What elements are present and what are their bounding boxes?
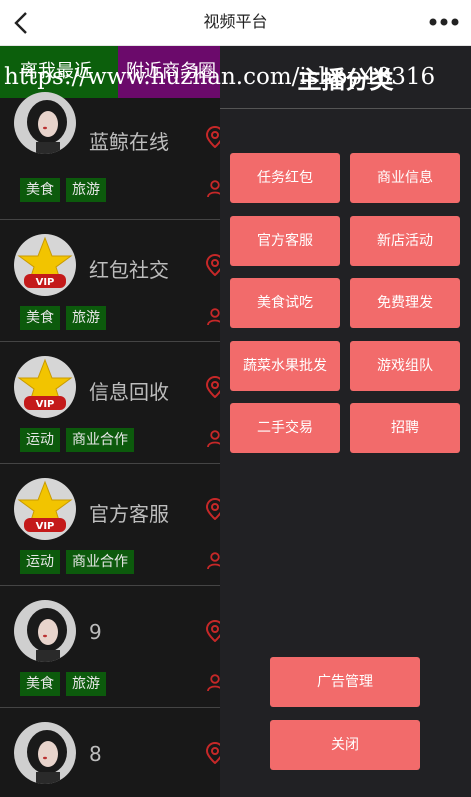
tag-badge: 商业合作 bbox=[66, 428, 134, 452]
tag-badge: 商业合作 bbox=[66, 550, 134, 574]
tag-badge: 美食 bbox=[20, 178, 60, 202]
streamer-list: 蓝鲸在线 美食 旅游 VIP 红包社交 美食 旅游 VIP 信息回收 运动 商业合作 VIP 官方客服运… bbox=[0, 92, 225, 797]
main-content: 离我最近 附近商务圈 蓝鲸在线 美食 旅游 VIP 红包社交 美食 旅游 VIP 信息回收 运动商… bbox=[0, 46, 471, 797]
category-side-panel: 主播分类 任务红包 商业信息 官方客服 新店活动 美食试吃 免费理发 蔬菜水果批发 游戏组队二… bbox=[220, 46, 471, 797]
tag-badge: 旅游 bbox=[66, 178, 106, 202]
avatar bbox=[14, 92, 76, 154]
avatar bbox=[14, 722, 76, 784]
list-item[interactable]: VIP 红包社交美食 旅游 bbox=[0, 220, 225, 342]
close-button[interactable]: 关闭 bbox=[270, 720, 420, 770]
streamer-name: 8 bbox=[89, 742, 102, 766]
more-options-icon[interactable] bbox=[429, 14, 459, 30]
tag-badge: 美食 bbox=[20, 672, 60, 696]
tag-list: 运动 商业合作 bbox=[20, 428, 134, 452]
tag-badge: 运动 bbox=[20, 550, 60, 574]
tag-list: 美食 旅游 bbox=[20, 672, 106, 696]
svg-text:VIP: VIP bbox=[36, 277, 55, 288]
streamer-name: 9 bbox=[89, 620, 102, 644]
category-button[interactable]: 新店活动 bbox=[350, 215, 460, 266]
page-title: 视频平台 bbox=[203, 12, 268, 31]
tag-badge: 旅游 bbox=[66, 306, 106, 330]
category-button[interactable]: 商业信息 bbox=[350, 153, 460, 203]
streamer-name: 信息回收 bbox=[89, 380, 169, 404]
watermark-text: https://www.huzhan.com/ishop40316 bbox=[4, 64, 436, 90]
category-button[interactable]: 蔬菜水果批发 bbox=[230, 340, 340, 391]
category-button[interactable]: 美食试吃 bbox=[230, 278, 340, 328]
list-item[interactable]: VIP 官方客服运动 商业合作 bbox=[0, 464, 225, 586]
list-item[interactable]: 9 美食 旅游 bbox=[0, 586, 225, 708]
tag-list: 美食 旅游 bbox=[20, 306, 106, 330]
category-button[interactable]: 免费理发 bbox=[350, 278, 460, 328]
avatar: VIP bbox=[14, 356, 76, 418]
avatar: VIP bbox=[14, 478, 76, 540]
tag-badge: 美食 bbox=[20, 306, 60, 330]
category-button[interactable]: 游戏组队 bbox=[350, 340, 460, 391]
svg-text:VIP: VIP bbox=[36, 399, 55, 410]
category-button[interactable]: 任务红包 bbox=[230, 153, 340, 203]
tag-list: 运动 商业合作 bbox=[20, 550, 134, 574]
tag-badge: 运动 bbox=[20, 428, 60, 452]
tag-list: 美食 旅游 bbox=[20, 178, 106, 202]
top-navigation-bar: 视频平台 bbox=[0, 0, 471, 46]
list-item[interactable]: 8 bbox=[0, 708, 225, 797]
ad-manage-button[interactable]: 广告管理 bbox=[270, 657, 420, 707]
category-button[interactable]: 招聘 bbox=[350, 403, 460, 453]
svg-text:VIP: VIP bbox=[36, 521, 55, 532]
panel-divider bbox=[220, 108, 471, 109]
tag-badge: 旅游 bbox=[66, 672, 106, 696]
list-item[interactable]: 蓝鲸在线美食 旅游 bbox=[0, 92, 225, 220]
avatar bbox=[14, 600, 76, 662]
streamer-name: 红包社交 bbox=[89, 258, 169, 282]
list-item[interactable]: VIP 信息回收运动 商业合作 bbox=[0, 342, 225, 464]
streamer-name: 蓝鲸在线 bbox=[89, 130, 169, 154]
category-button[interactable]: 二手交易 bbox=[230, 403, 340, 453]
streamer-name: 官方客服 bbox=[89, 502, 169, 526]
avatar: VIP bbox=[14, 234, 76, 296]
category-button[interactable]: 官方客服 bbox=[230, 215, 340, 266]
